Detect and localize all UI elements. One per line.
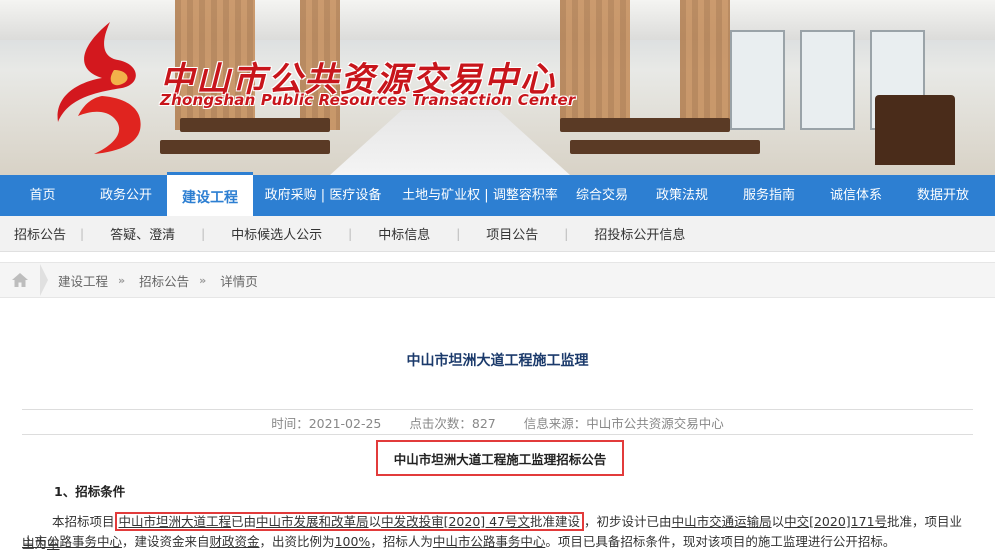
highlighted-approval: 中山市坦洲大道工程已由中山市发展和改革局以中发改投审[2020] 47号文批准建… <box>114 512 585 531</box>
banner-desk <box>180 118 330 132</box>
subnav-bid-notice[interactable]: 招标公告 <box>0 224 80 243</box>
banner-desk <box>560 118 730 132</box>
nav-item-home[interactable]: 首页 <box>0 175 85 216</box>
subnav-candidates[interactable]: 中标候选人公示 <box>205 224 348 243</box>
nav-item-credit[interactable]: 诚信体系 <box>811 175 901 216</box>
breadcrumb-bid-notice[interactable]: 招标公告 <box>139 271 189 290</box>
subnav-clarification[interactable]: 答疑、澄清 <box>84 224 201 243</box>
tenderer-name: 中山市公路事务中心 <box>432 534 546 549</box>
breadcrumb-detail: 详情页 <box>220 273 258 289</box>
approval-authority: 中山市发展和改革局 <box>256 514 369 529</box>
banner-floor <box>330 110 570 175</box>
banner-podium <box>875 95 955 165</box>
article-title: 中山市坦洲大道工程施工监理 <box>406 353 589 369</box>
breadcrumb-construction[interactable]: 建设工程 <box>58 271 108 290</box>
text: 以 <box>368 514 382 529</box>
text: ，招标人为 <box>370 534 433 549</box>
nav-item-construction[interactable]: 建设工程 <box>167 172 253 216</box>
nav-item-procurement[interactable]: 政府采购 | 医疗设备 <box>253 175 393 216</box>
subnav-winning-info[interactable]: 中标信息 <box>352 224 456 243</box>
home-icon <box>12 273 28 287</box>
site-banner: 中山市公共资源交易中心 Zhongshan Public Resources T… <box>0 0 995 175</box>
text: ，出资比例为 <box>259 534 335 549</box>
sub-nav: 招标公告 | 答疑、澄清 | 中标候选人公示 | 中标信息 | 项目公告 | 招… <box>0 216 995 252</box>
banner-desk <box>570 140 760 154</box>
chevron-right-icon: » <box>118 273 126 287</box>
banner-window <box>800 30 855 130</box>
banner-wall <box>560 0 630 130</box>
meta-source: 信息来源：中山市公共资源交易中心 <box>523 415 724 431</box>
nav-item-comprehensive[interactable]: 综合交易 <box>567 175 637 216</box>
chevron-right-icon: » <box>199 273 207 287</box>
text: 批准建设 <box>530 514 581 529</box>
notice-title: 中山市坦洲大道工程施工监理招标公告 <box>376 440 624 476</box>
banner-wall <box>680 0 730 130</box>
nav-item-service-guide[interactable]: 服务指南 <box>727 175 811 216</box>
nav-item-government-affairs[interactable]: 政务公开 <box>85 175 167 216</box>
fund-ratio: 100% <box>334 534 371 549</box>
fund-source: 财政资金 <box>209 534 260 549</box>
text: 已由 <box>231 514 257 529</box>
text: 本招标项目 <box>52 514 115 529</box>
subnav-public-info[interactable]: 招投标公开信息 <box>568 224 711 243</box>
banner-window <box>730 30 785 130</box>
text: ，初步设计已由 <box>584 514 672 529</box>
meta-clicks: 点击次数：827 <box>409 415 496 431</box>
nav-item-policy[interactable]: 政策法规 <box>637 175 727 216</box>
breadcrumb: 建设工程 » 招标公告 » 详情页 <box>0 262 995 298</box>
banner-desk <box>160 140 330 154</box>
design-document: 中交[2020]171号 <box>784 514 888 529</box>
section-heading: 1、招标条件 <box>54 484 126 499</box>
text: 。项目已具备招标条件，现对该项目的施工监理进行公开招标。 <box>545 534 896 549</box>
subnav-project-notice[interactable]: 项目公告 <box>460 224 564 243</box>
logo-icon[interactable] <box>48 18 158 158</box>
nav-item-land-mining[interactable]: 土地与矿业权 | 调整容积率 <box>393 175 567 216</box>
text: 以 <box>771 514 785 529</box>
design-authority: 中山市交通运输局 <box>671 514 772 529</box>
paragraph-line-2: 山市公路事务中心，建设资金来自财政资金，出资比例为100%，招标人为中山市公路事… <box>22 531 973 553</box>
notice-title-text: 中山市坦洲大道工程施工监理招标公告 <box>393 451 607 467</box>
project-name: 中山市坦洲大道工程 <box>118 514 232 529</box>
site-title-en: Zhongshan Public Resources Transaction C… <box>160 91 576 109</box>
owner-name-end: 山市公路事务中心 <box>22 534 123 549</box>
main-nav: 首页 政务公开 建设工程 政府采购 | 医疗设备 土地与矿业权 | 调整容积率 … <box>0 172 995 216</box>
article-meta: 时间：2021-02-25 点击次数：827 信息来源：中山市公共资源交易中心 <box>22 409 973 435</box>
breadcrumb-home[interactable] <box>0 263 48 297</box>
text: ，建设资金来自 <box>122 534 210 549</box>
meta-time: 时间：2021-02-25 <box>271 415 382 431</box>
approval-document: 中发改投审[2020] 47号文 <box>381 514 531 529</box>
nav-item-open-data[interactable]: 数据开放 <box>901 175 985 216</box>
